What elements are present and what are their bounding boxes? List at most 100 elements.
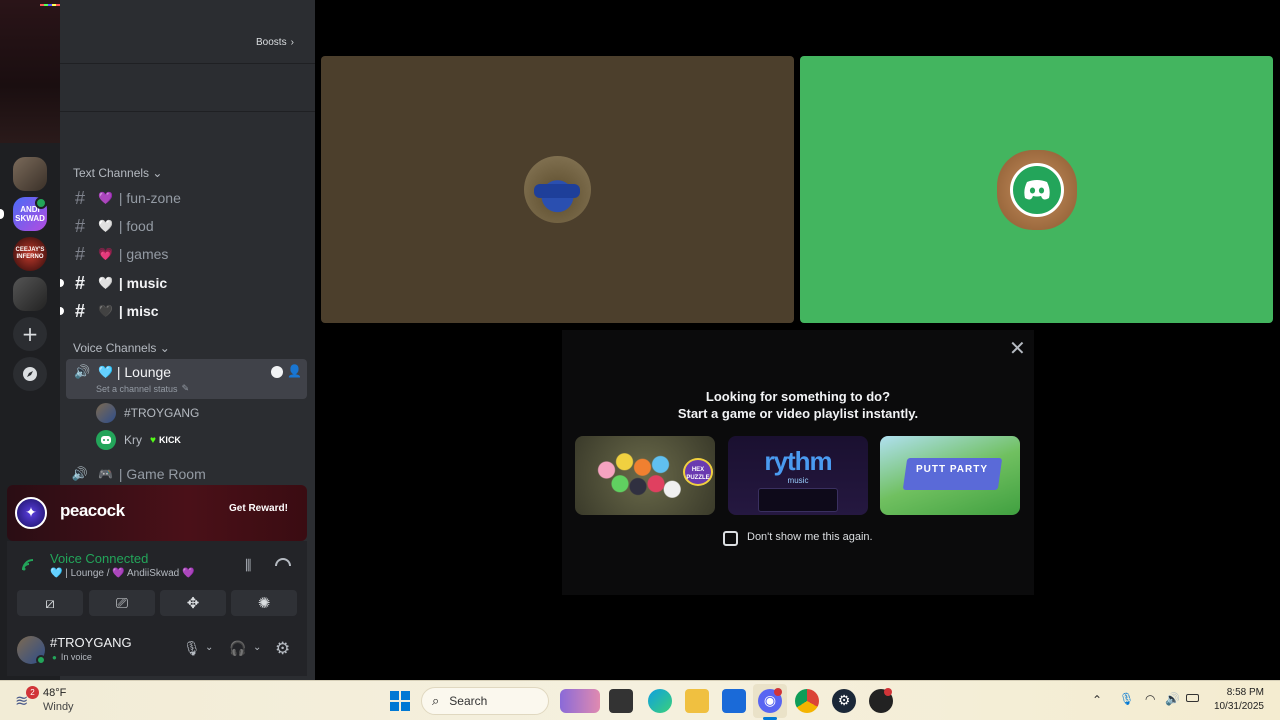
category-label: Voice Channels: [73, 341, 157, 355]
voice-channel-game-room[interactable]: 🔊 🎮 | Game Room: [68, 461, 308, 487]
wifi-icon[interactable]: ◠: [1145, 692, 1155, 706]
server-icon-1[interactable]: [13, 157, 47, 191]
steam-icon[interactable]: ⚙: [832, 689, 856, 713]
settings-gear-icon[interactable]: ⚙: [275, 639, 290, 659]
participant-avatar: [524, 156, 591, 223]
avatar: [96, 430, 116, 450]
clock-time[interactable]: 8:58 PM: [1200, 687, 1264, 698]
volume-icon[interactable]: 🔊: [1165, 692, 1180, 706]
rythm-sublabel: music: [787, 476, 809, 485]
microphone-tray-icon[interactable]: 🎙: [1119, 692, 1134, 706]
channel-misc[interactable]: # 🖤 | misc: [60, 298, 308, 324]
discover-icon[interactable]: [13, 357, 47, 391]
channel-separator: |: [114, 466, 127, 482]
speaker-icon: 🔊: [74, 364, 91, 379]
weather-temp[interactable]: 48°F: [43, 687, 66, 699]
chevron-down-icon[interactable]: ⌄: [205, 642, 213, 653]
participant-tile-kry[interactable]: [800, 56, 1273, 323]
channel-status-text: Set a channel status: [96, 383, 178, 394]
microphone-icon[interactable]: 🎙: [183, 641, 201, 657]
peacock-logo-icon: ✦: [15, 497, 47, 529]
chevron-down-icon: ⌄: [152, 166, 163, 180]
activities-button[interactable]: ✥: [160, 590, 226, 616]
clock-date[interactable]: 10/31/2025: [1200, 701, 1264, 712]
channel-separator: |: [114, 190, 127, 206]
microsoft-store-icon[interactable]: [722, 689, 746, 713]
ad-brand: peacock: [60, 501, 125, 520]
channel-separator: |: [114, 303, 127, 319]
activity-hex-puzzle[interactable]: HEX PUZZLE: [575, 436, 715, 515]
noise-suppression-icon[interactable]: ⫼: [245, 558, 251, 574]
add-server-icon[interactable]: +: [13, 317, 47, 351]
speaker-icon: 🔊: [71, 466, 89, 481]
channel-name: music: [126, 275, 168, 291]
notification-dot-icon: [884, 688, 892, 696]
voice-status[interactable]: Voice Connected: [50, 551, 148, 566]
category-label: Text Channels: [73, 166, 150, 180]
channel-emoji: 🤍: [98, 219, 113, 233]
divider: [60, 111, 315, 112]
voice-icon: ●: [52, 652, 57, 662]
boosts-link[interactable]: Boosts ›: [256, 35, 294, 49]
notification-dot-icon: [774, 688, 782, 696]
activity-rythm[interactable]: rythm music: [728, 436, 868, 515]
chevron-down-icon: ⌄: [159, 341, 170, 355]
activity-putt-party[interactable]: PUTT PARTY: [880, 436, 1020, 515]
chat-bubble-icon[interactable]: [271, 366, 283, 378]
screen-share-button[interactable]: ⎚: [89, 590, 155, 616]
camera-off-icon: ⧄: [45, 594, 55, 612]
voice-channels-category[interactable]: Voice Channels ⌄: [73, 341, 170, 355]
channel-emoji: 🩵: [98, 365, 113, 379]
voice-panel: Voice Connected 🩵 | Lounge / 💜 AndiiSkwa…: [7, 541, 307, 676]
voice-user-kry[interactable]: Kry ♥ KICK: [96, 429, 181, 451]
windows-start-icon[interactable]: [388, 689, 412, 713]
channel-name: Lounge: [124, 364, 172, 380]
server-ceejays-inferno[interactable]: CEEJAY'S INFERNO: [13, 237, 47, 271]
weather-desc[interactable]: Windy: [43, 701, 74, 713]
task-view-icon[interactable]: [609, 689, 633, 713]
channel-emoji: 🖤: [98, 304, 113, 318]
user-name[interactable]: #TROYGANG: [50, 635, 132, 650]
battery-icon[interactable]: [1186, 694, 1199, 702]
close-icon[interactable]: ✕: [1009, 336, 1026, 360]
voice-user-troygang[interactable]: #TROYGANG: [96, 402, 199, 424]
add-member-icon[interactable]: 👤: [287, 364, 302, 378]
channel-status[interactable]: Set a channel status ✎: [96, 383, 189, 394]
edge-icon[interactable]: [648, 689, 672, 713]
channel-music[interactable]: # 🤍 | music: [60, 270, 308, 296]
soundboard-button[interactable]: ✺: [231, 590, 297, 616]
channel-name: food: [126, 218, 154, 234]
chevron-down-icon[interactable]: ⌄: [253, 642, 261, 653]
avatar: [96, 403, 116, 423]
dont-show-checkbox[interactable]: [723, 531, 738, 546]
dont-show-label[interactable]: Don't show me this again.: [747, 531, 873, 543]
chevron-up-icon[interactable]: ⌃: [1092, 693, 1102, 707]
voice-location[interactable]: 🩵 | Lounge / 💜 AndiiSkwad 💜: [50, 568, 194, 579]
hashtag-icon: #: [74, 215, 85, 236]
server-car[interactable]: [13, 277, 47, 311]
channel-games[interactable]: # 💗 | games: [68, 241, 308, 267]
channel-food[interactable]: # 🤍 | food: [68, 213, 308, 239]
channel-emoji: 🤍: [98, 276, 113, 290]
unread-indicator: [60, 279, 64, 287]
pencil-icon: ✎: [181, 383, 190, 393]
chrome-icon[interactable]: [795, 689, 819, 713]
search-highlight-icon[interactable]: [560, 689, 600, 713]
channel-name: fun-zone: [126, 190, 181, 206]
peacock-reward-banner[interactable]: ✦ peacock Get Reward!: [7, 485, 307, 541]
unread-indicator: [60, 307, 64, 315]
get-reward-button[interactable]: Get Reward!: [229, 503, 288, 521]
text-channels-category[interactable]: Text Channels ⌄: [73, 166, 162, 180]
participant-tile-troygang[interactable]: [321, 56, 794, 323]
taskbar-search[interactable]: ⌕ Search: [421, 687, 549, 715]
channel-separator: |: [114, 275, 127, 291]
modal-title: Looking for something to do?: [705, 389, 891, 404]
channel-emoji: 🎮: [98, 467, 113, 481]
voice-channel-lounge[interactable]: 🔊 🩵 | Lounge Set a channel status ✎ 👤: [66, 359, 307, 399]
camera-off-button[interactable]: ⧄: [17, 590, 83, 616]
hex-puzzle-badge: HEX PUZZLE: [683, 458, 713, 486]
file-explorer-icon[interactable]: [685, 689, 709, 713]
channel-fun-zone[interactable]: # 💜 | fun-zone: [68, 185, 308, 211]
headphones-icon[interactable]: 🎧: [229, 641, 246, 657]
disconnect-icon[interactable]: [275, 558, 291, 566]
